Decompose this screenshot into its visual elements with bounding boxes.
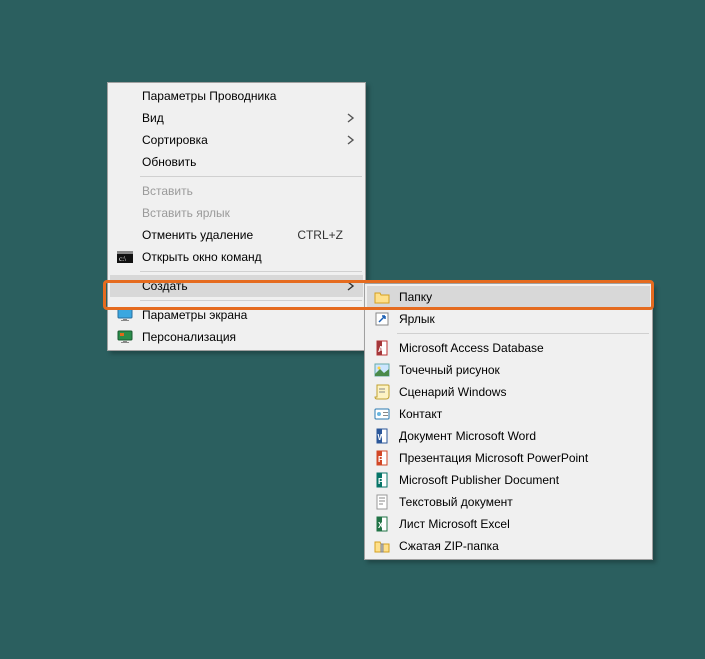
menu-item-label: Персонализация (136, 330, 343, 344)
menu-item-label: Презентация Microsoft PowerPoint (393, 451, 630, 465)
menu-item-shortcut: CTRL+Z (277, 228, 343, 242)
menu-item-paste-shortcut: Вставить ярлык (110, 202, 363, 224)
submenu-item-bitmap[interactable]: Точечный рисунок (367, 359, 650, 381)
zip-icon (371, 535, 393, 557)
menu-item-label: Вид (136, 111, 343, 125)
menu-item-label: Сценарий Windows (393, 385, 630, 399)
chevron-right-icon (347, 135, 355, 145)
submenu-item-zip[interactable]: Сжатая ZIP-папка (367, 535, 650, 557)
menu-separator (397, 333, 649, 334)
submenu-item-contact[interactable]: Контакт (367, 403, 650, 425)
text-icon (371, 491, 393, 513)
menu-item-label: Ярлык (393, 312, 630, 326)
menu-item-explorer-options[interactable]: Параметры Проводника (110, 85, 363, 107)
menu-item-label: Лист Microsoft Excel (393, 517, 630, 531)
menu-item-paste: Вставить (110, 180, 363, 202)
blank-icon (114, 129, 136, 151)
submenu-item-folder[interactable]: Папку (367, 286, 650, 308)
menu-item-label: Сортировка (136, 133, 343, 147)
menu-item-personalization[interactable]: Персонализация (110, 326, 363, 348)
cmd-icon: c:\ (114, 246, 136, 268)
menu-item-label: Microsoft Publisher Document (393, 473, 630, 487)
chevron-right-icon (347, 281, 355, 291)
blank-icon (114, 85, 136, 107)
menu-item-label: Документ Microsoft Word (393, 429, 630, 443)
menu-item-label: Параметры Проводника (136, 89, 343, 103)
submenu-item-text[interactable]: Текстовый документ (367, 491, 650, 513)
menu-item-label: Отменить удаление (136, 228, 277, 242)
blank-icon (114, 107, 136, 129)
submenu-item-publisher[interactable]: P Microsoft Publisher Document (367, 469, 650, 491)
menu-item-undo-delete[interactable]: Отменить удаление CTRL+Z (110, 224, 363, 246)
menu-item-label: Открыть окно команд (136, 250, 343, 264)
submenu-item-shortcut[interactable]: Ярлык (367, 308, 650, 330)
submenu-item-word[interactable]: W Документ Microsoft Word (367, 425, 650, 447)
excel-icon: X (371, 513, 393, 535)
word-icon: W (371, 425, 393, 447)
menu-item-label: Microsoft Access Database (393, 341, 630, 355)
personalize-icon (114, 326, 136, 348)
blank-icon (114, 180, 136, 202)
menu-item-label: Контакт (393, 407, 630, 421)
menu-item-view[interactable]: Вид (110, 107, 363, 129)
submenu-item-access[interactable]: A Microsoft Access Database (367, 337, 650, 359)
submenu-item-script[interactable]: Сценарий Windows (367, 381, 650, 403)
blank-icon (114, 151, 136, 173)
publisher-icon: P (371, 469, 393, 491)
script-icon (371, 381, 393, 403)
submenu-item-excel[interactable]: X Лист Microsoft Excel (367, 513, 650, 535)
menu-item-sort[interactable]: Сортировка (110, 129, 363, 151)
menu-separator (140, 271, 362, 272)
menu-separator (140, 300, 362, 301)
access-icon: A (371, 337, 393, 359)
menu-item-label: Текстовый документ (393, 495, 630, 509)
svg-text:A: A (378, 345, 384, 354)
menu-item-label: Сжатая ZIP-папка (393, 539, 630, 553)
svg-text:P: P (378, 455, 384, 464)
menu-item-label: Вставить (136, 184, 343, 198)
powerpoint-icon: P (371, 447, 393, 469)
blank-icon (114, 202, 136, 224)
svg-text:c:\: c:\ (119, 255, 126, 263)
blank-icon (114, 275, 136, 297)
shortcut-icon (371, 308, 393, 330)
blank-icon (114, 224, 136, 246)
menu-item-display-settings[interactable]: Параметры экрана (110, 304, 363, 326)
menu-item-label: Точечный рисунок (393, 363, 630, 377)
chevron-right-icon (347, 113, 355, 123)
menu-item-label: Папку (393, 290, 630, 304)
menu-separator (140, 176, 362, 177)
menu-item-new[interactable]: Создать (110, 275, 363, 297)
contact-icon (371, 403, 393, 425)
submenu-item-powerpoint[interactable]: P Презентация Microsoft PowerPoint (367, 447, 650, 469)
menu-item-label: Вставить ярлык (136, 206, 343, 220)
menu-item-label: Создать (136, 279, 343, 293)
bitmap-icon (371, 359, 393, 381)
folder-icon (371, 286, 393, 308)
svg-text:W: W (378, 433, 386, 442)
svg-text:P: P (378, 477, 384, 486)
menu-item-label: Обновить (136, 155, 343, 169)
new-submenu: Папку Ярлык A Microsoft Access Database … (364, 283, 653, 560)
menu-item-open-command-window[interactable]: c:\ Открыть окно команд (110, 246, 363, 268)
menu-item-label: Параметры экрана (136, 308, 343, 322)
desktop-context-menu: Параметры Проводника Вид Сортировка Обно… (107, 82, 366, 351)
svg-text:X: X (378, 521, 384, 530)
display-icon (114, 304, 136, 326)
menu-item-refresh[interactable]: Обновить (110, 151, 363, 173)
